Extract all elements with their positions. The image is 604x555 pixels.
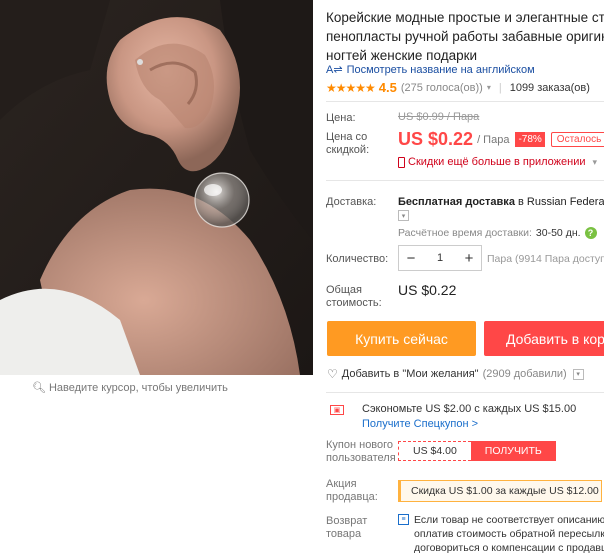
zoom-hint: 🔍︎ Наведите курсор, чтобы увеличить <box>32 381 228 395</box>
returns-text-line: договориться о компенсации с продавц <box>414 542 604 554</box>
product-photo-ear-earring <box>0 0 313 375</box>
divider: | <box>498 81 502 94</box>
quantity-input[interactable]: 1 <box>423 252 457 264</box>
coupon-save-text: Сэкономьте US $2.00 с каждых US $15.00 <box>362 403 577 415</box>
phone-icon <box>398 156 405 168</box>
price-row: US $0.22 / Пара -78% Осталось <box>398 129 604 150</box>
rating-value: 4.5 <box>378 80 397 95</box>
delivery-time: Расчётное время доставки: 30-50 дн. ? <box>398 227 597 239</box>
translate-icon: A⇌ <box>326 64 343 76</box>
chevron-down-icon[interactable]: ▾ <box>572 368 584 380</box>
product-title-line: пенопласты ручной работы забавные оригин… <box>326 29 604 44</box>
shipping-country: Russian Federation <box>526 196 604 208</box>
chevron-down-icon: ▾ <box>592 156 598 167</box>
shipping-to-text: в <box>518 196 524 208</box>
returns-label: Возврат товара <box>326 515 368 540</box>
new-user-coupon: US $4.00 ПОЛУЧИТЬ <box>398 441 556 461</box>
get-coupon-link[interactable]: Получите Спецкупон > <box>362 418 478 430</box>
return-policy-icon: ≡ <box>398 514 409 525</box>
buy-now-button[interactable]: Купить сейчас <box>327 321 476 356</box>
available-quantity: Пара (9914 Пара доступн <box>487 253 604 265</box>
wishlist-count: (2909 добавили) <box>482 368 567 380</box>
votes-count[interactable]: (275 голоса(ов)) <box>401 82 483 94</box>
zoom-hint-text: Наведите курсор, чтобы увеличить <box>48 381 228 394</box>
free-shipping-text: Бесплатная доставка <box>398 196 515 208</box>
discount-price-label: Цена со скидкой: <box>326 131 370 156</box>
heart-icon: ♡ <box>327 367 338 381</box>
product-title-line: Корейские модные простые и элегантные ст… <box>326 10 604 25</box>
magnifier-icon: 🔍︎ <box>32 382 46 394</box>
returns-text-line: Если товар не соответствует описанию, <box>414 514 604 526</box>
seller-promo-label: Акция продавца: <box>326 478 378 503</box>
divider <box>326 180 604 181</box>
current-price: US $0.22 <box>398 129 474 149</box>
help-icon[interactable]: ? <box>584 227 597 239</box>
delivery-time-label: Расчётное время доставки: <box>398 227 532 239</box>
divider <box>326 101 604 102</box>
stock-left-badge: Осталось <box>550 132 604 147</box>
minus-icon[interactable]: − <box>399 246 423 270</box>
translate-link[interactable]: A⇌ Посмотреть название на английском <box>326 63 535 77</box>
seller-promo-text: Скидка US $1.00 за каждые US $12.00 <box>411 485 599 497</box>
returns-text: Если товар не соответствует описанию, оп… <box>414 513 604 555</box>
app-deal[interactable]: Скидки ещё больше в приложении ▾ <box>398 156 597 168</box>
chevron-down-icon[interactable]: ▾ <box>487 83 491 92</box>
price-label: Цена: <box>326 112 356 124</box>
translate-link-text: Посмотреть название на английском <box>346 63 535 76</box>
total-label: Общая стоимость: <box>326 284 382 309</box>
seller-promo-dropdown[interactable]: Скидка US $1.00 за каждые US $12.00 ▾ <box>398 480 602 502</box>
add-to-cart-button[interactable]: Добавить в кор <box>484 321 604 356</box>
old-price: US $0.99 / Пара <box>398 111 480 123</box>
product-image[interactable] <box>0 0 313 375</box>
shipping-option[interactable]: Бесплатная доставка в Russian Federation <box>398 196 604 208</box>
shipping-label: Доставка: <box>326 196 377 208</box>
discount-badge: -78% <box>515 132 545 147</box>
app-deal-text: Скидки ещё больше в приложении <box>408 156 586 168</box>
returns-text-line: оплатив стоимость обратной пересылк <box>414 528 604 540</box>
new-user-coupon-value: US $4.00 <box>398 441 471 461</box>
quantity-stepper: − 1 + <box>398 245 482 271</box>
total-price: US $0.22 <box>398 282 457 298</box>
quantity-label: Количество: <box>326 253 389 265</box>
get-coupon-button[interactable]: ПОЛУЧИТЬ <box>470 441 556 461</box>
wishlist-text: Добавить в "Мои желания" <box>341 368 479 380</box>
shipping-dropdown-icon[interactable]: ▾ <box>398 210 409 221</box>
orders-count: 1099 заказа(ов) <box>509 81 590 94</box>
divider <box>326 392 604 393</box>
wishlist-row[interactable]: ♡ Добавить в "Мои желания" (2909 добавил… <box>327 367 584 381</box>
delivery-time-value: 30-50 дн. <box>535 227 581 239</box>
plus-icon[interactable]: + <box>457 246 481 270</box>
new-user-coupon-label: Купон нового пользователя <box>326 439 396 464</box>
star-rating-icon[interactable]: ★★★★★ <box>326 81 376 95</box>
price-unit: / Пара <box>477 133 510 146</box>
product-title: Корейские модные простые и элегантные ст… <box>326 8 604 65</box>
rating-row: ★★★★★ 4.5 (275 голоса(ов)) ▾ | 1099 зака… <box>326 80 590 95</box>
coupon-icon: ▣ <box>330 405 344 415</box>
